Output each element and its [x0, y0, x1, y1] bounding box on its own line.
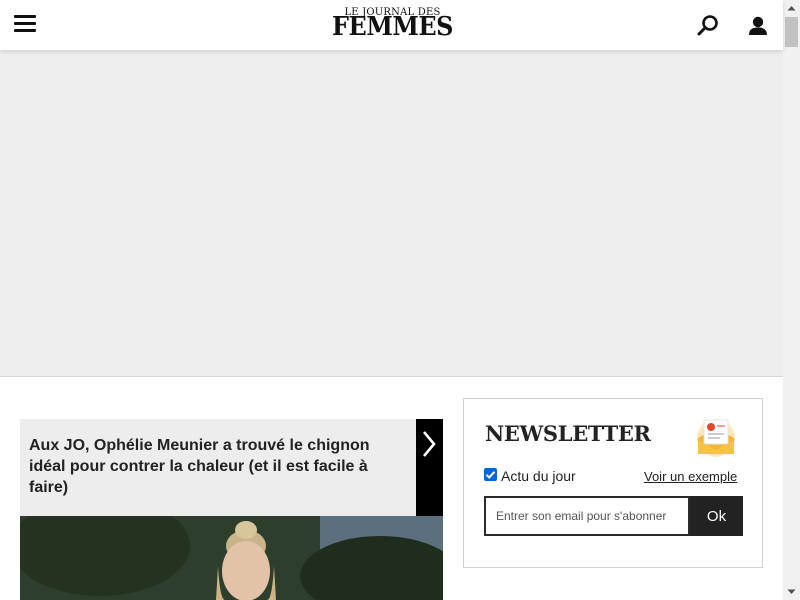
hamburger-menu-icon[interactable] — [14, 15, 36, 33]
see-example-link[interactable]: Voir un exemple — [644, 469, 737, 485]
article-header[interactable]: Aux JO, Ophélie Meunier a trouvé le chig… — [20, 419, 416, 516]
user-icon[interactable] — [746, 14, 770, 38]
scroll-up-arrow-icon[interactable] — [783, 0, 800, 17]
scrollbar-thumb[interactable] — [785, 17, 798, 47]
subscribe-button[interactable]: Ok — [690, 496, 743, 536]
logo-title: FEMMES — [332, 12, 453, 42]
email-input[interactable] — [484, 496, 690, 536]
daily-news-checkbox[interactable] — [484, 468, 497, 481]
newsletter-title: NEWSLETTER — [485, 421, 651, 446]
daily-news-label[interactable]: Actu du jour — [501, 468, 576, 484]
ad-placeholder — [0, 50, 783, 377]
newsletter-form: Ok — [484, 496, 743, 536]
envelope-notification-icon — [695, 414, 737, 458]
article-title[interactable]: Aux JO, Ophélie Meunier a trouvé le chig… — [29, 435, 406, 498]
search-icon[interactable] — [696, 14, 720, 38]
next-article-button[interactable] — [416, 419, 443, 516]
scroll-down-arrow-icon[interactable] — [783, 583, 800, 600]
vertical-scrollbar[interactable] — [783, 0, 800, 600]
newsletter-box: NEWSLETTER Actu du jour Voir un exemple … — [463, 398, 763, 568]
site-header: LE JOURNAL DES FEMMES — [0, 0, 783, 50]
article-card[interactable]: Aux JO, Ophélie Meunier a trouvé le chig… — [20, 419, 443, 600]
chevron-right-icon — [423, 431, 436, 457]
checkmark-icon — [485, 471, 496, 479]
article-image[interactable] — [20, 516, 443, 600]
site-logo[interactable]: LE JOURNAL DES FEMMES — [325, 8, 460, 42]
